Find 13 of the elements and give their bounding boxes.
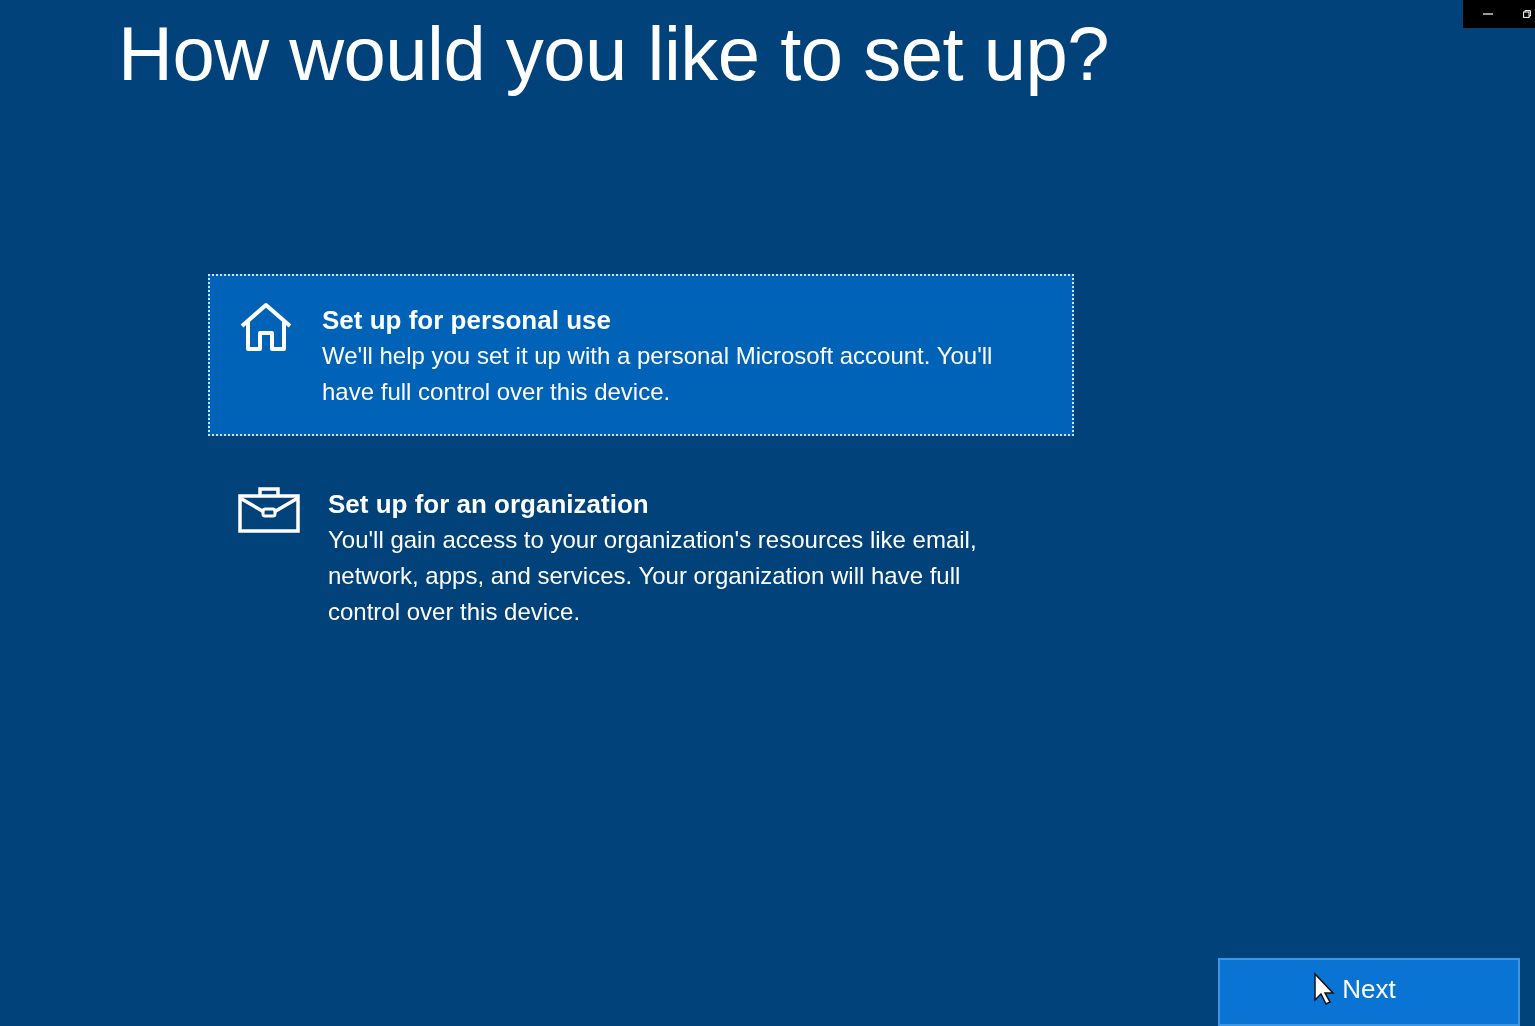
page-title: How would you like to set up? (118, 10, 1109, 98)
house-icon (238, 302, 294, 352)
restore-icon[interactable] (1523, 10, 1531, 18)
option-heading: Set up for an organization (328, 488, 650, 521)
minimize-icon[interactable] (1483, 11, 1493, 17)
option-heading: Set up for personal use (322, 304, 612, 337)
mouse-cursor-icon (1313, 972, 1335, 1006)
setup-option[interactable]: Set up for an organization You'll gain access to your organization's resources like email, network, apps, and services. Your organization will have full control over this device. (208, 458, 1074, 656)
option-description: You'll gain access to your organization's resources like email, network, apps, and services. Your organization will have full control over this device. (328, 525, 978, 627)
next-button[interactable]: Next (1218, 958, 1520, 1026)
setup-option[interactable]: Set up for personal use We'll help you set it up with a personal Microsoft account. You'll have full control over this device. (208, 274, 1074, 436)
briefcase-icon (238, 486, 300, 534)
option-description: We'll help you set it up with a personal Microsoft account. You'll have full control over this device. (322, 341, 994, 407)
